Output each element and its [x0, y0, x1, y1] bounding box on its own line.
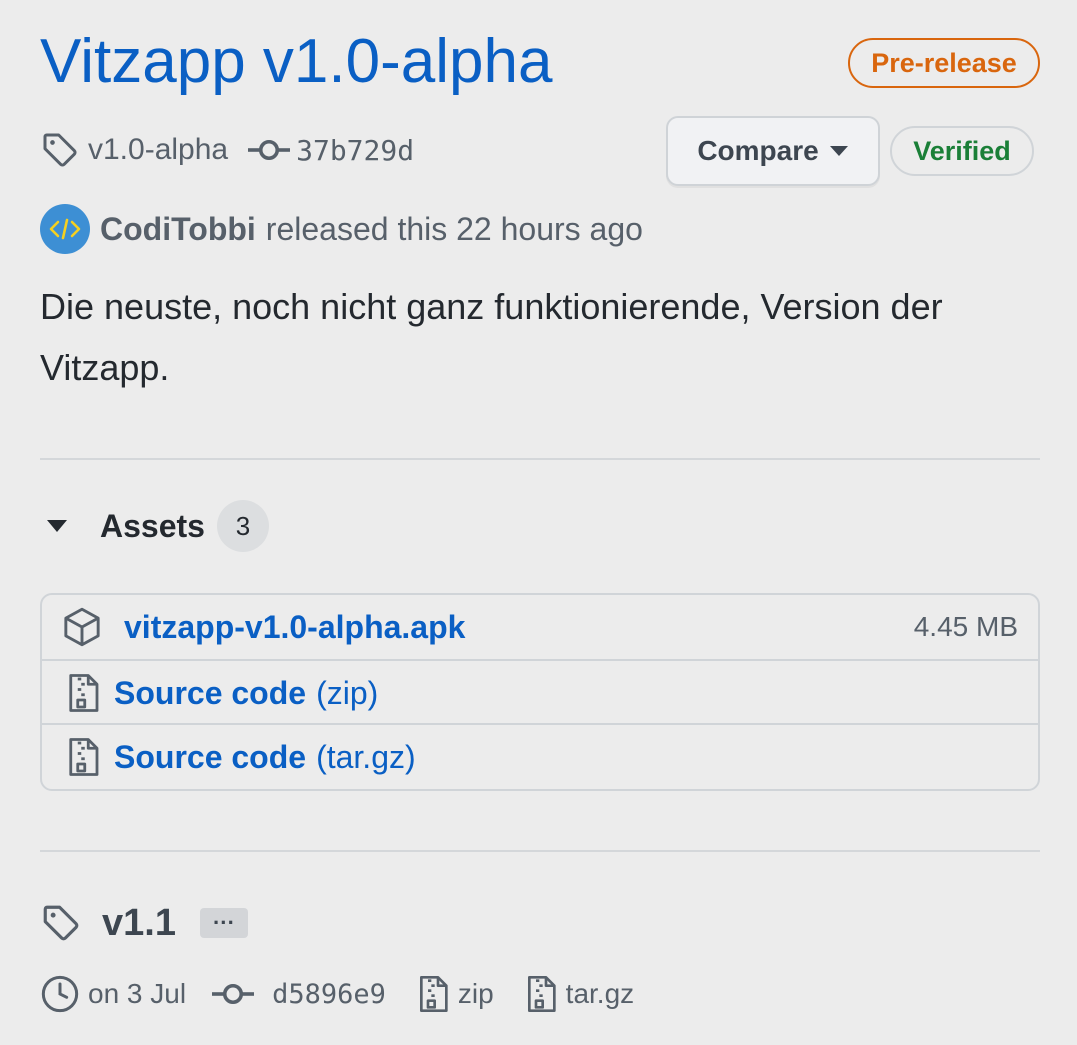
asset-row[interactable]: Source code (tar.gz): [42, 723, 1038, 789]
asset-suffix[interactable]: (zip): [316, 675, 378, 712]
avatar[interactable]: [40, 204, 90, 254]
assets-count: 3: [216, 500, 269, 552]
package-icon: [62, 606, 102, 648]
divider: [40, 458, 1040, 460]
file-zip-icon: [64, 672, 102, 714]
next-release-header: v1.1 ···: [40, 896, 248, 950]
commit-icon: [212, 979, 255, 1009]
asset-size: 4.45 MB: [913, 611, 1018, 642]
author-name[interactable]: CodiTobbi: [100, 211, 256, 248]
assets-list: vitzapp-v1.0-alpha.apk 4.45 MB Source co…: [40, 593, 1040, 791]
tag-icon: [40, 130, 80, 170]
asset-row[interactable]: Source code (zip): [42, 659, 1038, 725]
file-zip-icon: [64, 736, 102, 778]
compare-label: Compare: [697, 135, 819, 166]
more-button[interactable]: ···: [199, 908, 248, 938]
release-date: on 3 Jul: [88, 978, 187, 1009]
asset-link[interactable]: Source code: [114, 675, 306, 712]
compare-button[interactable]: Compare: [666, 116, 880, 186]
divider: [40, 850, 1040, 852]
zip-link[interactable]: zip: [458, 978, 494, 1010]
asset-link[interactable]: vitzapp-v1.0-alpha.apk: [124, 609, 465, 646]
prerelease-badge: Pre-release: [848, 38, 1040, 88]
asset-row[interactable]: vitzapp-v1.0-alpha.apk 4.45 MB: [42, 595, 1038, 659]
release-time: released this 22 hours ago: [265, 210, 643, 247]
commit-link[interactable]: d5896e9: [272, 979, 386, 1010]
author-row: CodiTobbi released this 22 hours ago: [40, 204, 643, 254]
caret-down-icon: [46, 519, 68, 533]
next-release-meta: on 3 Jul d5896e9 zip tar.gz: [40, 972, 634, 1016]
asset-suffix[interactable]: (tar.gz): [316, 739, 416, 776]
next-release-tag[interactable]: v1.1: [102, 902, 176, 945]
commit-link[interactable]: 37b729d: [296, 134, 414, 167]
commit-icon: [248, 135, 291, 165]
code-icon: [49, 218, 81, 240]
asset-link[interactable]: Source code: [114, 739, 306, 776]
verified-badge[interactable]: Verified: [890, 126, 1034, 176]
file-zip-icon: [416, 974, 450, 1014]
release-description: Die neuste, noch nicht ganz funktioniere…: [40, 286, 943, 388]
assets-toggle[interactable]: Assets 3: [46, 500, 269, 552]
targz-link[interactable]: tar.gz: [566, 978, 634, 1010]
release-title[interactable]: Vitzapp v1.0-alpha: [40, 22, 552, 102]
tag-icon: [40, 902, 82, 944]
assets-label: Assets: [100, 507, 205, 544]
clock-icon: [40, 974, 80, 1014]
file-zip-icon: [524, 974, 558, 1014]
caret-down-icon: [829, 145, 849, 157]
release-meta: v1.0-alpha 37b729d: [40, 128, 414, 172]
tag-link[interactable]: v1.0-alpha: [88, 133, 228, 167]
